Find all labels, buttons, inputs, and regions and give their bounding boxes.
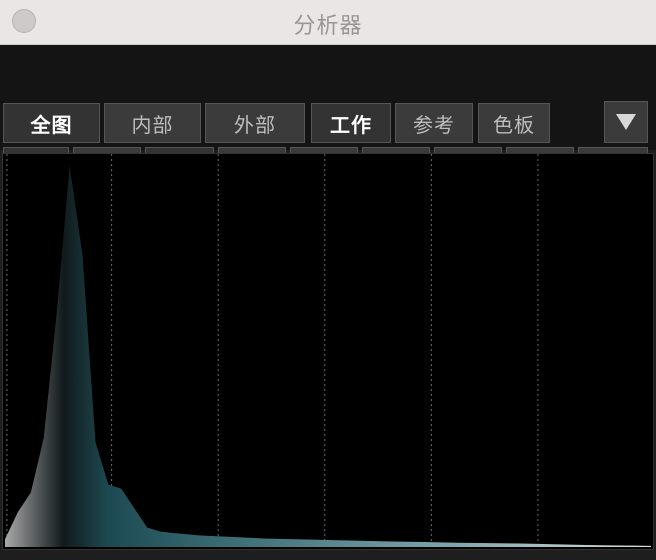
toolbar: 全图 内部 外部 工作 参考 色板 直方 波形 矢量 平均 色类 色轮 曲线 统… — [0, 45, 656, 191]
histogram-area — [5, 165, 651, 547]
histogram-chart — [5, 154, 651, 549]
tab-palette[interactable]: 色板 — [478, 103, 550, 143]
tab-inner[interactable]: 内部 — [104, 103, 201, 143]
triangle-down-icon — [616, 114, 636, 130]
title-bar: 分析器 — [0, 0, 656, 45]
dropdown-menu-button[interactable] — [604, 101, 648, 143]
tab-reference[interactable]: 参考 — [395, 103, 473, 143]
tab-full-image[interactable]: 全图 — [3, 103, 100, 143]
window-title: 分析器 — [293, 14, 363, 39]
tab-working[interactable]: 工作 — [311, 103, 391, 143]
tab-outer[interactable]: 外部 — [205, 103, 305, 143]
histogram-plot — [2, 153, 654, 550]
